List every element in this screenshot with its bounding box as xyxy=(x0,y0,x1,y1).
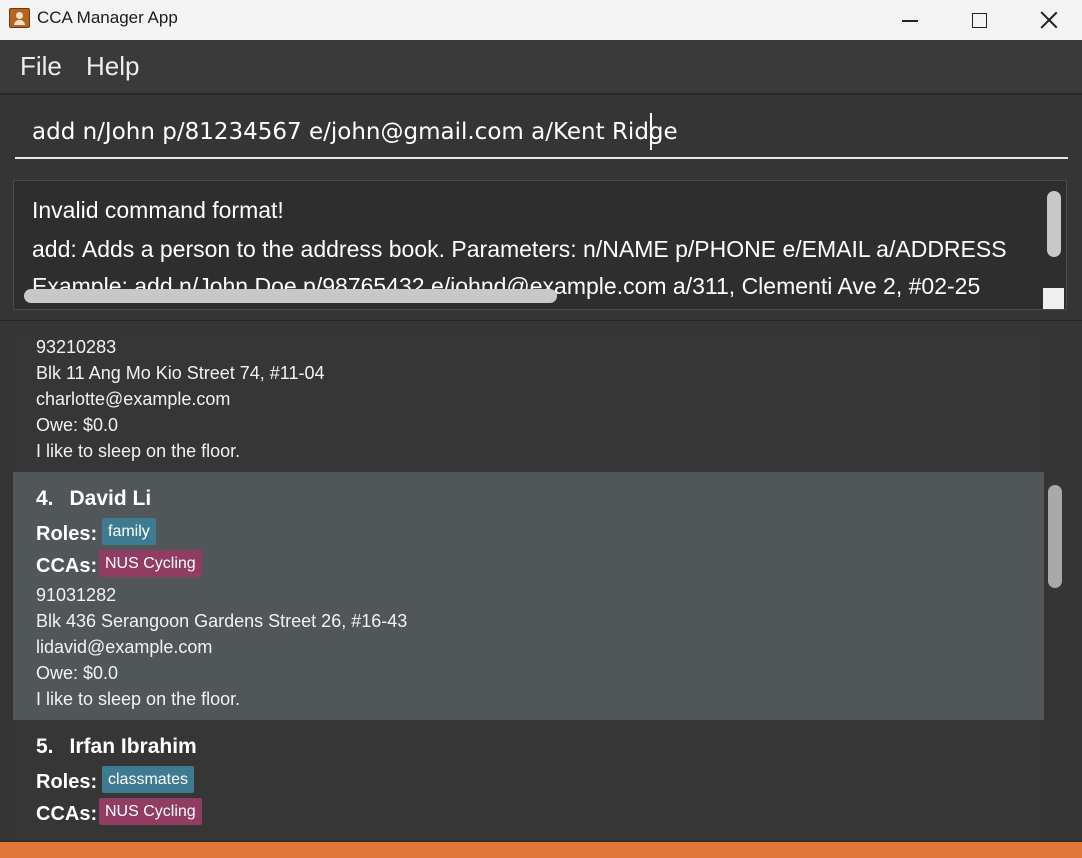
result-display[interactable]: Invalid command format! add: Adds a pers… xyxy=(13,180,1067,310)
status-bar-footer xyxy=(0,842,1082,858)
minimize-button[interactable] xyxy=(875,0,945,40)
role-tag: classmates xyxy=(102,766,195,793)
person-index: 5. xyxy=(36,735,54,758)
ccas-label: CCAs: xyxy=(36,555,98,577)
ccas-label: CCAs: xyxy=(36,803,98,825)
close-button[interactable] xyxy=(1014,0,1082,40)
result-panel: Invalid command format! add: Adds a pers… xyxy=(0,170,1082,320)
person-name: 5. Irfan Ibrahim xyxy=(36,735,197,759)
person-list-scrollbar[interactable] xyxy=(1048,485,1062,588)
contact-book-icon xyxy=(9,8,30,28)
title-bar: CCA Manager App xyxy=(0,0,1082,40)
person-email: charlotte@example.com xyxy=(36,389,231,409)
person-name: 4. David Li xyxy=(36,487,151,511)
cca-tag: NUS Cycling xyxy=(99,798,202,825)
person-address: Blk 11 Ang Mo Kio Street 74, #11-04 xyxy=(36,363,325,383)
command-area xyxy=(0,95,1082,170)
person-owe: Owe: $0.0 xyxy=(36,663,119,683)
text-caret xyxy=(650,113,652,150)
person-phone: 93210283 xyxy=(36,337,117,357)
minimize-icon xyxy=(902,20,918,22)
roles-label: Roles: xyxy=(36,523,98,545)
cca-tag: NUS Cycling xyxy=(99,550,202,577)
maximize-icon xyxy=(971,12,987,28)
status-bar xyxy=(0,840,1082,858)
menu-file[interactable]: File xyxy=(20,51,62,82)
person-address: Blk 436 Serangoon Gardens Street 26, #16… xyxy=(36,611,408,631)
result-horizontal-scrollbar[interactable] xyxy=(24,289,557,303)
menu-help[interactable]: Help xyxy=(86,51,139,82)
result-vertical-scrollbar[interactable] xyxy=(1047,191,1061,257)
menu-bar: File Help xyxy=(0,40,1082,94)
result-line: add: Adds a person to the address book. … xyxy=(32,236,1007,262)
person-owe: Owe: $0.0 xyxy=(36,415,119,435)
close-icon xyxy=(1040,11,1058,29)
person-remark: I like to sleep on the floor. xyxy=(36,689,241,709)
person-card[interactable]: 5. Irfan Ibrahim Roles: classmates CCAs: … xyxy=(13,720,1044,841)
person-list-panel: 93210283 Blk 11 Ang Mo Kio Street 74, #1… xyxy=(0,320,1082,841)
role-tag: family xyxy=(102,518,156,545)
command-input[interactable] xyxy=(15,107,1068,159)
person-card-selected[interactable]: 4. David Li Roles: family CCAs: NUS Cycli… xyxy=(13,472,1044,720)
maximize-button[interactable] xyxy=(944,0,1014,40)
person-name-text: Irfan Ibrahim xyxy=(69,735,197,758)
person-email: lidavid@example.com xyxy=(36,637,213,657)
person-card[interactable]: 93210283 Blk 11 Ang Mo Kio Street 74, #1… xyxy=(13,337,1044,472)
person-phone: 91031282 xyxy=(36,585,117,605)
window-title: CCA Manager App xyxy=(37,8,178,27)
scrollbar-corner xyxy=(1043,288,1064,309)
roles-label: Roles: xyxy=(36,771,98,793)
result-line: Invalid command format! xyxy=(32,197,284,223)
person-list[interactable]: 93210283 Blk 11 Ang Mo Kio Street 74, #1… xyxy=(13,337,1044,841)
person-name-text: David Li xyxy=(69,487,152,510)
person-index: 4. xyxy=(36,487,54,510)
person-remark: I like to sleep on the floor. xyxy=(36,441,241,461)
